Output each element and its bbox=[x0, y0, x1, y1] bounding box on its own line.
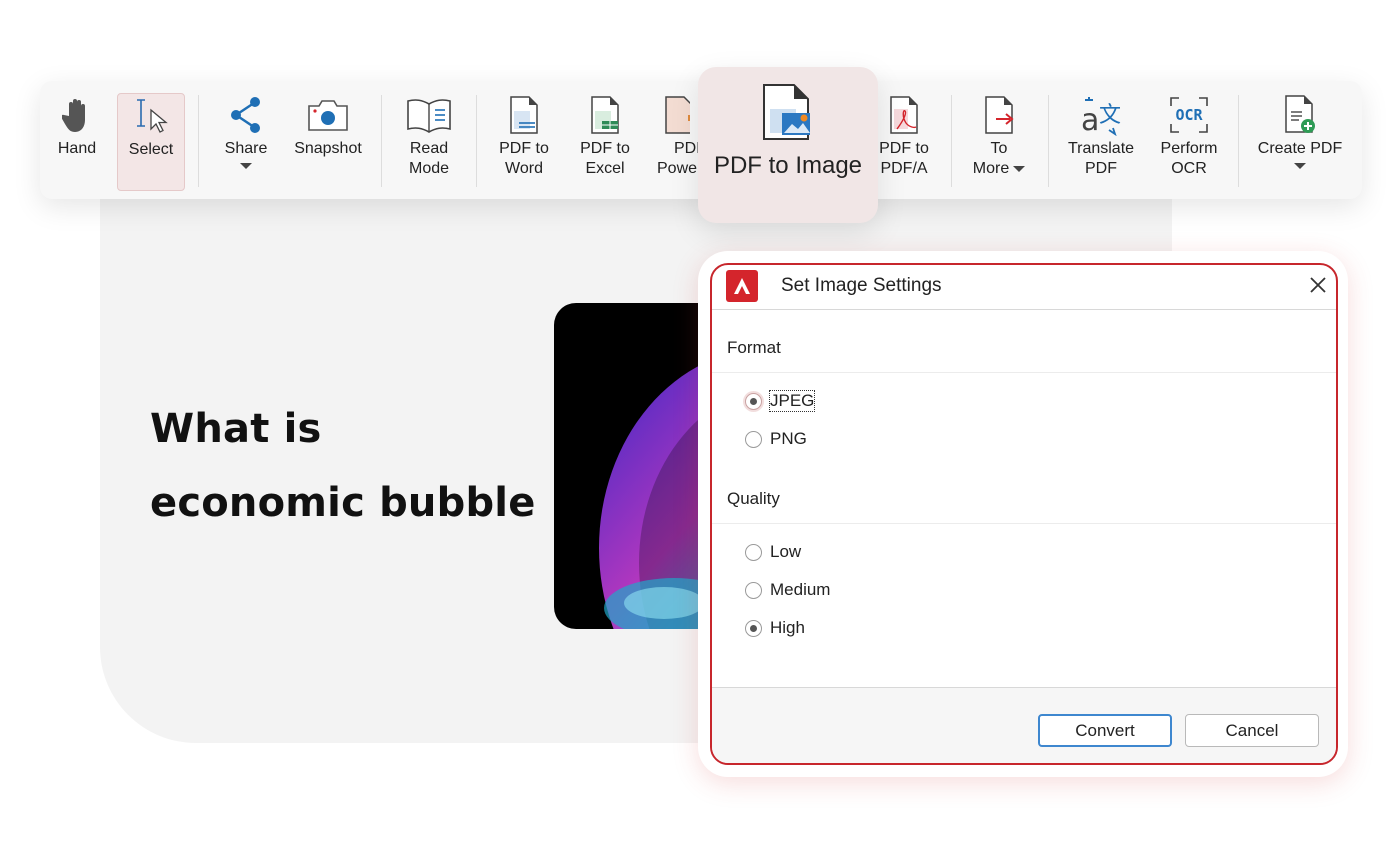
format-section-divider bbox=[712, 372, 1336, 373]
translate-pdf-button[interactable]: a文 Translate PDF bbox=[1064, 93, 1138, 191]
dialog-title: Set Image Settings bbox=[781, 275, 942, 296]
quality-radio-medium[interactable]: Medium bbox=[745, 580, 830, 600]
hand-label: Hand bbox=[57, 140, 97, 157]
to-more-label-2: More bbox=[972, 160, 1010, 177]
pdf-to-word-icon bbox=[500, 93, 548, 137]
set-image-settings-dialog: Set Image Settings Format JPEG PNG Quali… bbox=[710, 263, 1338, 765]
pdf-to-pdfa-button[interactable]: PDF to PDF/A bbox=[872, 93, 936, 191]
text-cursor-icon bbox=[127, 94, 175, 138]
close-icon[interactable] bbox=[1306, 273, 1330, 297]
pdf-to-word-button[interactable]: PDF to Word bbox=[495, 93, 553, 191]
ocr-icon: OCR bbox=[1165, 93, 1213, 137]
quality-section-label: Quality bbox=[727, 489, 780, 508]
radio-indicator[interactable] bbox=[745, 543, 762, 561]
document-heading-line2: economic bubble bbox=[150, 480, 536, 526]
quality-radio-low[interactable]: Low bbox=[745, 542, 801, 562]
toolbar-separator bbox=[198, 95, 199, 187]
select-tool-button[interactable]: Select bbox=[117, 93, 185, 191]
hand-icon bbox=[53, 93, 101, 137]
translate-pdf-label-1: Translate bbox=[1067, 140, 1135, 157]
read-mode-label-2: Mode bbox=[408, 160, 450, 177]
pdf-to-pdfa-icon bbox=[880, 93, 928, 137]
to-more-dropdown-caret bbox=[1013, 165, 1026, 172]
read-mode-label-1: Read bbox=[409, 140, 449, 157]
quality-low-label: Low bbox=[770, 542, 802, 561]
share-dropdown-caret bbox=[240, 163, 252, 169]
book-icon bbox=[405, 93, 453, 137]
toolbar-separator bbox=[476, 95, 477, 187]
select-label: Select bbox=[128, 141, 174, 158]
pdf-to-powerpoint-icon bbox=[656, 93, 704, 137]
share-icon bbox=[222, 93, 270, 137]
to-more-button[interactable]: To More bbox=[966, 93, 1032, 191]
read-mode-button[interactable]: Read Mode bbox=[400, 93, 458, 191]
format-radio-jpeg[interactable]: JPEG bbox=[745, 390, 816, 412]
pdf-to-pdfa-label-2: PDF/A bbox=[880, 160, 928, 177]
perform-ocr-label-1: Perform bbox=[1160, 140, 1218, 157]
radio-indicator[interactable] bbox=[745, 619, 762, 637]
dialog-titlebar: Set Image Settings bbox=[712, 265, 1336, 310]
pdf-to-word-label-2: Word bbox=[505, 160, 543, 177]
radio-indicator[interactable] bbox=[745, 430, 762, 448]
pdf-to-image-button[interactable]: PDF to Image bbox=[698, 67, 878, 223]
dialog-footer: Convert Cancel bbox=[712, 687, 1336, 763]
pdf-to-word-label-1: PDF to bbox=[499, 140, 549, 157]
export-icon bbox=[975, 93, 1023, 137]
pdf-to-pdfa-label-1: PDF to bbox=[879, 140, 929, 157]
pdf-to-powerpoint-label-2: Powe bbox=[657, 160, 698, 177]
snapshot-button[interactable]: Snapshot bbox=[290, 93, 366, 191]
format-jpeg-label: JPEG bbox=[768, 390, 816, 412]
quality-high-label: High bbox=[770, 618, 805, 637]
format-section-label: Format bbox=[727, 338, 781, 357]
document-heading-line1: What is bbox=[150, 406, 322, 452]
create-pdf-button[interactable]: Create PDF bbox=[1254, 93, 1346, 191]
toolbar-separator bbox=[381, 95, 382, 187]
format-radio-png[interactable]: PNG bbox=[745, 429, 807, 449]
camera-icon bbox=[304, 93, 352, 137]
snapshot-label: Snapshot bbox=[294, 140, 362, 157]
ocr-icon-text: OCR bbox=[1175, 106, 1203, 124]
svg-text:文: 文 bbox=[1099, 103, 1121, 128]
svg-text:a: a bbox=[1081, 103, 1099, 136]
perform-ocr-label-2: OCR bbox=[1171, 160, 1207, 177]
cancel-button[interactable]: Cancel bbox=[1185, 714, 1319, 747]
toolbar-separator bbox=[1238, 95, 1239, 187]
hand-tool-button[interactable]: Hand bbox=[54, 93, 100, 191]
radio-indicator[interactable] bbox=[745, 581, 762, 599]
toolbar-separator bbox=[951, 95, 952, 187]
document-heading: What is economic bubble bbox=[150, 392, 536, 540]
share-button[interactable]: Share bbox=[220, 93, 272, 191]
pdf-to-excel-label-2: Excel bbox=[585, 160, 625, 177]
create-pdf-icon bbox=[1276, 93, 1324, 137]
pdf-to-excel-icon bbox=[581, 93, 629, 137]
pdf-to-image-label: PDF to Image bbox=[713, 152, 863, 179]
format-png-label: PNG bbox=[770, 429, 807, 448]
create-pdf-label: Create PDF bbox=[1257, 140, 1343, 157]
perform-ocr-button[interactable]: OCR Perform OCR bbox=[1156, 93, 1222, 191]
pdf-to-excel-label-1: PDF to bbox=[580, 140, 630, 157]
radio-indicator[interactable] bbox=[745, 392, 762, 410]
app-logo-icon bbox=[726, 270, 758, 302]
convert-button[interactable]: Convert bbox=[1038, 714, 1172, 747]
toolbar-separator bbox=[1048, 95, 1049, 187]
to-more-label-2-wrap: More bbox=[972, 159, 1026, 179]
translate-icon: a文 bbox=[1077, 93, 1125, 137]
pdf-to-excel-button[interactable]: PDF to Excel bbox=[576, 93, 634, 191]
translate-pdf-label-2: PDF bbox=[1085, 160, 1117, 177]
quality-radio-high[interactable]: High bbox=[745, 618, 805, 638]
quality-medium-label: Medium bbox=[770, 580, 831, 599]
share-label: Share bbox=[224, 140, 268, 157]
to-more-label-1: To bbox=[990, 140, 1008, 157]
pdf-to-image-icon bbox=[760, 83, 816, 146]
create-pdf-dropdown-caret bbox=[1294, 163, 1306, 169]
quality-section-divider bbox=[712, 523, 1336, 524]
